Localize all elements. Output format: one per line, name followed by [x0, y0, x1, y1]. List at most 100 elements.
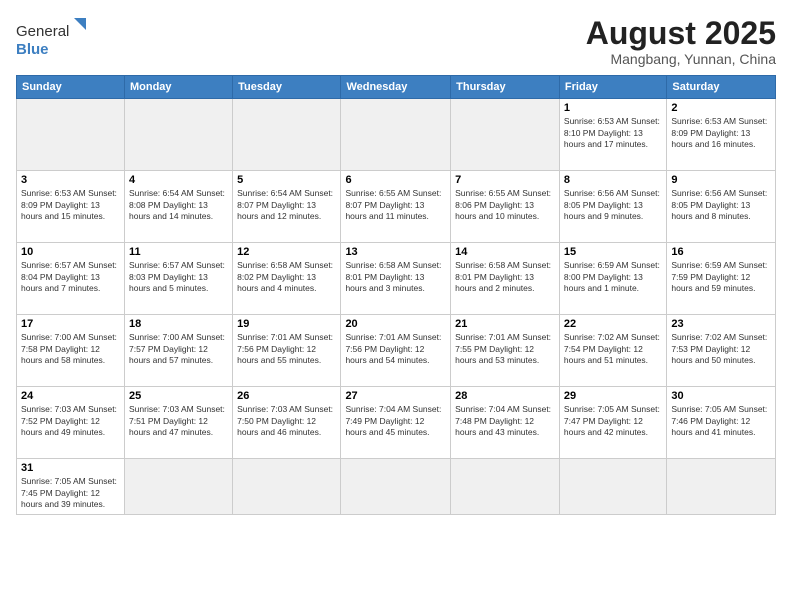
day-info: Sunrise: 7:03 AM Sunset: 7:52 PM Dayligh… — [21, 404, 120, 438]
calendar-cell: 31 Sunrise: 7:05 AM Sunset: 7:45 PM Dayli… — [17, 459, 125, 514]
calendar-cell — [233, 99, 341, 171]
day-number: 19 — [237, 318, 336, 330]
day-info: Sunrise: 7:01 AM Sunset: 7:56 PM Dayligh… — [345, 332, 446, 366]
day-number: 1 — [564, 102, 662, 114]
day-number: 7 — [455, 174, 555, 186]
calendar-cell — [17, 99, 125, 171]
day-number: 26 — [237, 390, 336, 402]
calendar-cell: 7 Sunrise: 6:55 AM Sunset: 8:06 PM Daylig… — [451, 171, 560, 243]
day-info: Sunrise: 6:53 AM Sunset: 8:09 PM Dayligh… — [671, 116, 771, 150]
calendar-week-row: 31 Sunrise: 7:05 AM Sunset: 7:45 PM Dayli… — [17, 459, 776, 514]
day-info: Sunrise: 7:00 AM Sunset: 7:57 PM Dayligh… — [129, 332, 228, 366]
svg-text:General: General — [16, 23, 69, 40]
calendar-cell: 6Sunrise: 6:55 AM Sunset: 8:07 PM Daylig… — [341, 171, 451, 243]
day-info: Sunrise: 6:57 AM Sunset: 8:03 PM Dayligh… — [129, 260, 228, 294]
calendar-cell — [451, 459, 560, 514]
day-number: 2 — [671, 102, 771, 114]
calendar-cell: 16 Sunrise: 6:59 AM Sunset: 7:59 PM Dayli… — [667, 243, 776, 315]
calendar-cell: 25 Sunrise: 7:03 AM Sunset: 7:51 PM Dayli… — [124, 387, 232, 459]
day-info: Sunrise: 7:02 AM Sunset: 7:53 PM Dayligh… — [671, 332, 771, 366]
day-info: Sunrise: 7:05 AM Sunset: 7:46 PM Dayligh… — [671, 404, 771, 438]
day-number: 14 — [455, 246, 555, 258]
day-number: 12 — [237, 246, 336, 258]
calendar-cell: 23 Sunrise: 7:02 AM Sunset: 7:53 PM Dayli… — [667, 315, 776, 387]
calendar-header-monday: Monday — [124, 76, 232, 99]
calendar-cell: 26 Sunrise: 7:03 AM Sunset: 7:50 PM Dayli… — [233, 387, 341, 459]
calendar-cell: 21Sunrise: 7:01 AM Sunset: 7:55 PM Dayli… — [451, 315, 560, 387]
calendar-week-row: 17 Sunrise: 7:00 AM Sunset: 7:58 PM Dayli… — [17, 315, 776, 387]
calendar-cell — [341, 99, 451, 171]
calendar-cell: 15Sunrise: 6:59 AM Sunset: 8:00 PM Dayli… — [559, 243, 666, 315]
calendar-cell: 10Sunrise: 6:57 AM Sunset: 8:04 PM Dayli… — [17, 243, 125, 315]
day-number: 3 — [21, 174, 120, 186]
day-number: 23 — [671, 318, 771, 330]
day-number: 4 — [129, 174, 228, 186]
day-info: Sunrise: 6:53 AM Sunset: 8:09 PM Dayligh… — [21, 188, 120, 222]
calendar-cell: 27 Sunrise: 7:04 AM Sunset: 7:49 PM Dayli… — [341, 387, 451, 459]
calendar-week-row: 3 Sunrise: 6:53 AM Sunset: 8:09 PM Daylig… — [17, 171, 776, 243]
day-info: Sunrise: 6:54 AM Sunset: 8:07 PM Dayligh… — [237, 188, 336, 222]
calendar-cell: 11Sunrise: 6:57 AM Sunset: 8:03 PM Dayli… — [124, 243, 232, 315]
logo-svg: General Blue — [16, 16, 86, 60]
calendar-week-row: 10Sunrise: 6:57 AM Sunset: 8:04 PM Dayli… — [17, 243, 776, 315]
calendar-cell: 19Sunrise: 7:01 AM Sunset: 7:56 PM Dayli… — [233, 315, 341, 387]
day-number: 27 — [345, 390, 446, 402]
location: Mangbang, Yunnan, China — [586, 51, 776, 67]
calendar-cell: 1 Sunrise: 6:53 AM Sunset: 8:10 PM Daylig… — [559, 99, 666, 171]
day-info: Sunrise: 7:04 AM Sunset: 7:49 PM Dayligh… — [345, 404, 446, 438]
day-info: Sunrise: 7:03 AM Sunset: 7:50 PM Dayligh… — [237, 404, 336, 438]
calendar-cell: 4Sunrise: 6:54 AM Sunset: 8:08 PM Daylig… — [124, 171, 232, 243]
day-number: 16 — [671, 246, 771, 258]
calendar-cell: 24 Sunrise: 7:03 AM Sunset: 7:52 PM Dayli… — [17, 387, 125, 459]
day-number: 25 — [129, 390, 228, 402]
title-section: August 2025 Mangbang, Yunnan, China — [586, 16, 776, 67]
calendar-header-wednesday: Wednesday — [341, 76, 451, 99]
day-number: 22 — [564, 318, 662, 330]
day-info: Sunrise: 6:59 AM Sunset: 7:59 PM Dayligh… — [671, 260, 771, 294]
day-number: 17 — [21, 318, 120, 330]
day-number: 24 — [21, 390, 120, 402]
day-number: 28 — [455, 390, 555, 402]
calendar-header-thursday: Thursday — [451, 76, 560, 99]
day-info: Sunrise: 6:53 AM Sunset: 8:10 PM Dayligh… — [564, 116, 662, 150]
day-info: Sunrise: 6:55 AM Sunset: 8:06 PM Dayligh… — [455, 188, 555, 222]
day-number: 18 — [129, 318, 228, 330]
day-info: Sunrise: 7:03 AM Sunset: 7:51 PM Dayligh… — [129, 404, 228, 438]
calendar-cell — [451, 99, 560, 171]
day-number: 5 — [237, 174, 336, 186]
calendar-cell: 13Sunrise: 6:58 AM Sunset: 8:01 PM Dayli… — [341, 243, 451, 315]
calendar-cell: 5 Sunrise: 6:54 AM Sunset: 8:07 PM Daylig… — [233, 171, 341, 243]
calendar-cell — [341, 459, 451, 514]
calendar-cell: 2 Sunrise: 6:53 AM Sunset: 8:09 PM Daylig… — [667, 99, 776, 171]
calendar-cell: 28 Sunrise: 7:04 AM Sunset: 7:48 PM Dayli… — [451, 387, 560, 459]
logo: General Blue — [16, 16, 86, 60]
calendar-cell — [124, 459, 232, 514]
day-info: Sunrise: 7:00 AM Sunset: 7:58 PM Dayligh… — [21, 332, 120, 366]
day-number: 30 — [671, 390, 771, 402]
day-info: Sunrise: 6:56 AM Sunset: 8:05 PM Dayligh… — [671, 188, 771, 222]
day-number: 31 — [21, 462, 120, 474]
day-info: Sunrise: 7:01 AM Sunset: 7:55 PM Dayligh… — [455, 332, 555, 366]
calendar-cell — [124, 99, 232, 171]
page: General Blue August 2025 Mangbang, Yunna… — [0, 0, 792, 612]
day-info: Sunrise: 6:58 AM Sunset: 8:01 PM Dayligh… — [345, 260, 446, 294]
calendar-cell: 30 Sunrise: 7:05 AM Sunset: 7:46 PM Dayli… — [667, 387, 776, 459]
calendar-cell — [667, 459, 776, 514]
calendar-header-row: SundayMondayTuesdayWednesdayThursdayFrid… — [17, 76, 776, 99]
header: General Blue August 2025 Mangbang, Yunna… — [16, 16, 776, 67]
day-info: Sunrise: 6:59 AM Sunset: 8:00 PM Dayligh… — [564, 260, 662, 294]
calendar-header-tuesday: Tuesday — [233, 76, 341, 99]
calendar-cell: 14Sunrise: 6:58 AM Sunset: 8:01 PM Dayli… — [451, 243, 560, 315]
day-info: Sunrise: 7:05 AM Sunset: 7:45 PM Dayligh… — [21, 476, 120, 510]
calendar-cell — [559, 459, 666, 514]
calendar-cell: 12 Sunrise: 6:58 AM Sunset: 8:02 PM Dayli… — [233, 243, 341, 315]
day-info: Sunrise: 7:04 AM Sunset: 7:48 PM Dayligh… — [455, 404, 555, 438]
month-year: August 2025 — [586, 16, 776, 51]
calendar-cell: 22Sunrise: 7:02 AM Sunset: 7:54 PM Dayli… — [559, 315, 666, 387]
calendar-week-row: 1 Sunrise: 6:53 AM Sunset: 8:10 PM Daylig… — [17, 99, 776, 171]
calendar-cell: 20Sunrise: 7:01 AM Sunset: 7:56 PM Dayli… — [341, 315, 451, 387]
day-info: Sunrise: 7:05 AM Sunset: 7:47 PM Dayligh… — [564, 404, 662, 438]
day-info: Sunrise: 6:58 AM Sunset: 8:02 PM Dayligh… — [237, 260, 336, 294]
calendar-week-row: 24 Sunrise: 7:03 AM Sunset: 7:52 PM Dayli… — [17, 387, 776, 459]
day-info: Sunrise: 6:56 AM Sunset: 8:05 PM Dayligh… — [564, 188, 662, 222]
